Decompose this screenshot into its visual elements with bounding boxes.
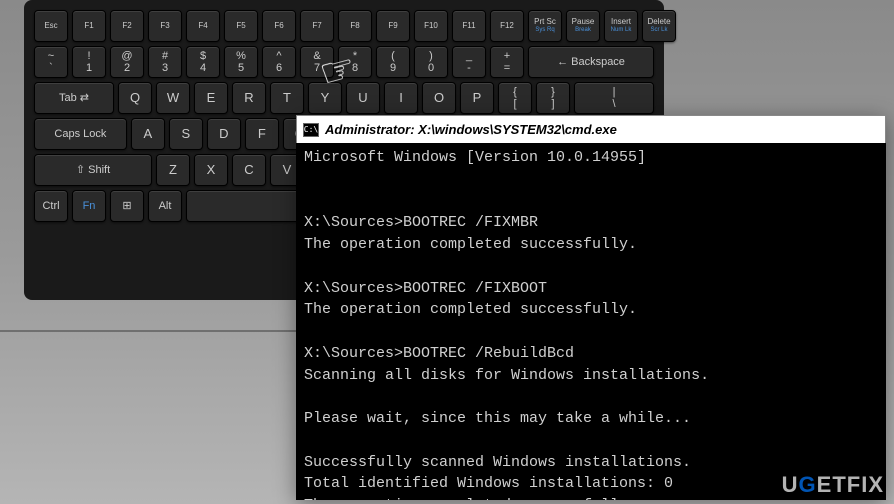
key[interactable]: #3 [148, 46, 182, 78]
key[interactable]: A [131, 118, 165, 150]
key[interactable]: S [169, 118, 203, 150]
key[interactable]: F1 [72, 10, 106, 42]
key[interactable]: Caps Lock [34, 118, 127, 150]
key[interactable]: ← Backspace [528, 46, 654, 78]
key[interactable]: Fn [72, 190, 106, 222]
key[interactable]: F8 [338, 10, 372, 42]
watermark-post: ETFIX [817, 472, 884, 497]
keyboard-row-fn: EscF1F2F3F4F5F6F7F8F9F10F11F12Prt ScSys … [34, 10, 654, 42]
key[interactable]: Q [118, 82, 152, 114]
cmd-icon: C:\ [303, 123, 319, 137]
key[interactable]: |\ [574, 82, 654, 114]
key[interactable]: C [232, 154, 266, 186]
surface-edge [0, 330, 300, 332]
key[interactable]: P [460, 82, 494, 114]
cmd-window-title: Administrator: X:\windows\SYSTEM32\cmd.e… [325, 122, 617, 137]
key[interactable]: ^6 [262, 46, 296, 78]
key[interactable]: F5 [224, 10, 258, 42]
key[interactable]: F3 [148, 10, 182, 42]
key[interactable]: F2 [110, 10, 144, 42]
key[interactable]: }] [536, 82, 570, 114]
key[interactable]: (9 [376, 46, 410, 78]
key[interactable]: F11 [452, 10, 486, 42]
watermark-g: G [799, 472, 817, 497]
key[interactable]: += [490, 46, 524, 78]
key[interactable]: InsertNum Lk [604, 10, 638, 42]
key[interactable]: F7 [300, 10, 334, 42]
key[interactable]: $4 [186, 46, 220, 78]
key[interactable]: O [422, 82, 456, 114]
key[interactable]: F9 [376, 10, 410, 42]
key[interactable]: F6 [262, 10, 296, 42]
key[interactable]: W [156, 82, 190, 114]
key[interactable]: I [384, 82, 418, 114]
cmd-output: Microsoft Windows [Version 10.0.14955] X… [296, 143, 886, 500]
key[interactable]: DeleteScr Lk [642, 10, 676, 42]
key[interactable]: )0 [414, 46, 448, 78]
key[interactable]: Alt [148, 190, 182, 222]
key[interactable]: Prt ScSys Rq [528, 10, 562, 42]
key[interactable]: F10 [414, 10, 448, 42]
key[interactable]: PauseBreak [566, 10, 600, 42]
key[interactable]: R [232, 82, 266, 114]
cmd-titlebar[interactable]: C:\ Administrator: X:\windows\SYSTEM32\c… [296, 115, 886, 143]
key[interactable]: !1 [72, 46, 106, 78]
watermark-pre: U [782, 472, 799, 497]
key[interactable]: Z [156, 154, 190, 186]
key[interactable]: Esc [34, 10, 68, 42]
key[interactable]: Tab ⇄ [34, 82, 114, 114]
key[interactable]: F12 [490, 10, 524, 42]
key[interactable]: {[ [498, 82, 532, 114]
key[interactable]: @2 [110, 46, 144, 78]
key[interactable]: X [194, 154, 228, 186]
key[interactable]: D [207, 118, 241, 150]
cmd-window: C:\ Administrator: X:\windows\SYSTEM32\c… [296, 115, 886, 500]
key[interactable]: F4 [186, 10, 220, 42]
key[interactable]: ⊞ [110, 190, 144, 222]
key[interactable]: E [194, 82, 228, 114]
key[interactable]: Ctrl [34, 190, 68, 222]
key[interactable]: _- [452, 46, 486, 78]
key[interactable]: F [245, 118, 279, 150]
watermark-logo: UGETFIX [782, 472, 884, 498]
key[interactable]: %5 [224, 46, 258, 78]
key[interactable]: ⇧ Shift [34, 154, 152, 186]
key[interactable]: ~` [34, 46, 68, 78]
key[interactable]: T [270, 82, 304, 114]
